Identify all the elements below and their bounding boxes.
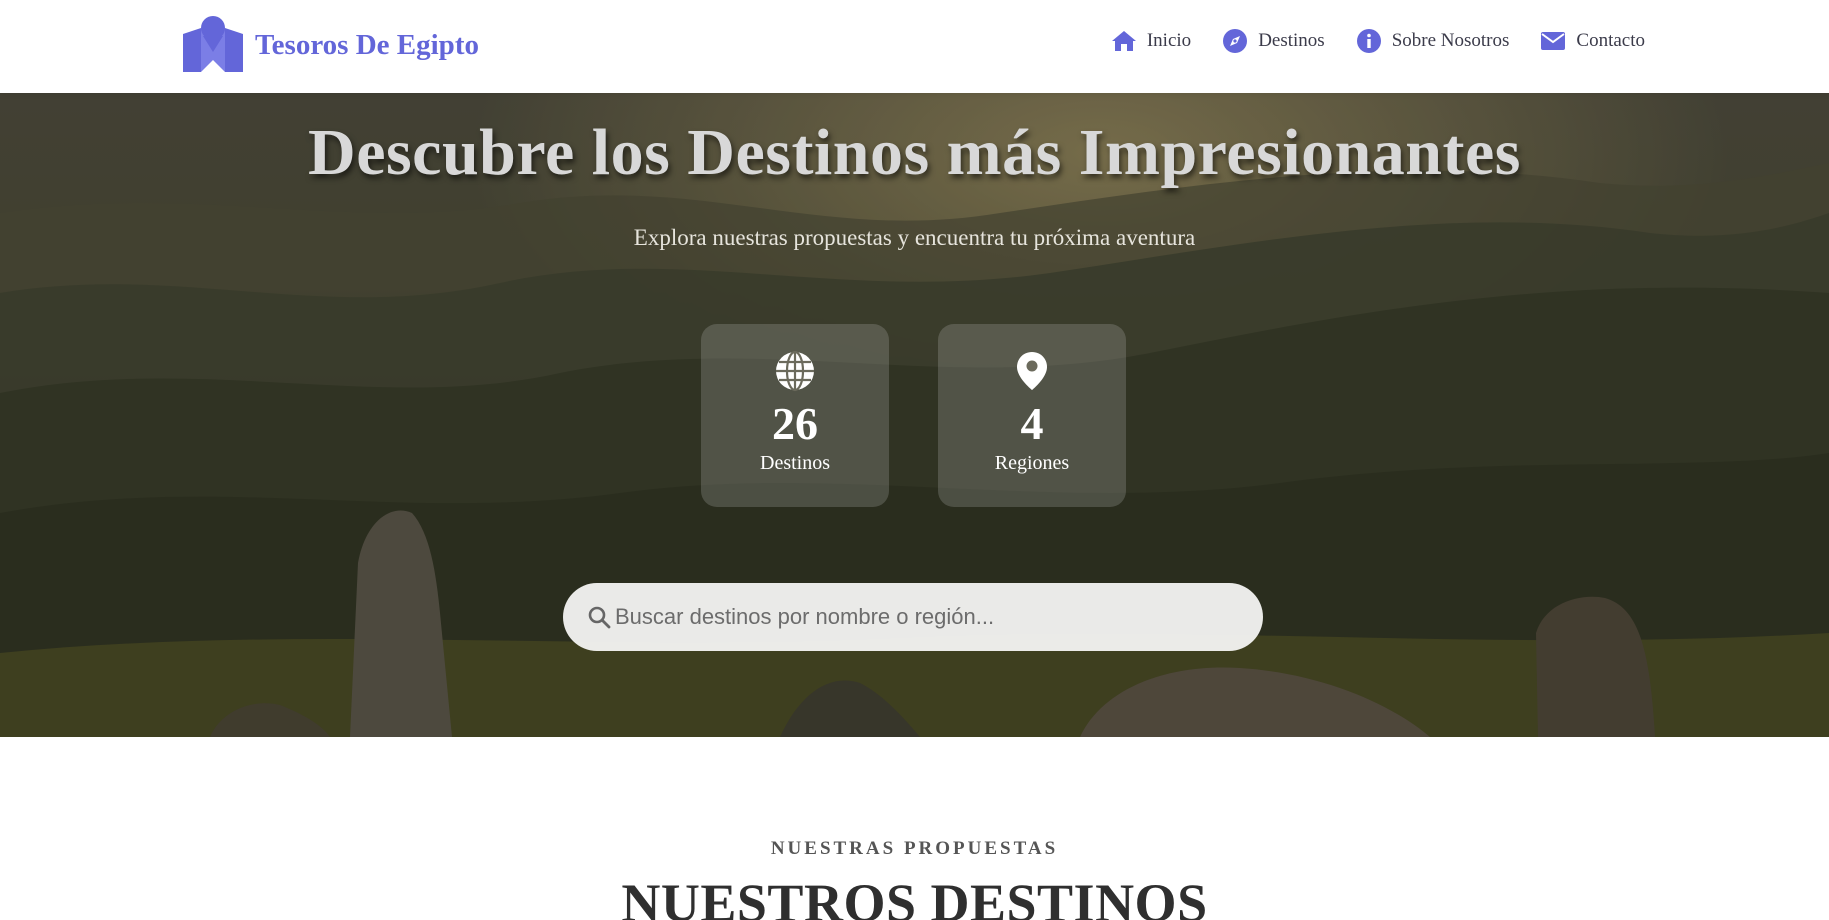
site-header: Tesoros De Egipto Inicio Destinos Sobre …: [0, 0, 1829, 93]
envelope-icon: [1541, 32, 1566, 50]
home-icon: [1111, 31, 1136, 51]
compass-icon: [1223, 29, 1248, 53]
nav-item-label: Inicio: [1146, 30, 1192, 51]
hero-section: Descubre los Destinos más Impresionantes…: [0, 93, 1829, 737]
search-icon: [588, 606, 611, 629]
map-pin-icon: [1017, 352, 1047, 390]
stat-label: Regiones: [994, 452, 1070, 474]
stat-value: 4: [1020, 398, 1044, 449]
hero-title: Descubre los Destinos más Impresionantes: [308, 116, 1521, 189]
nav-item-inicio[interactable]: Inicio: [1111, 28, 1191, 54]
globe-icon: [776, 350, 814, 392]
info-icon: [1356, 29, 1381, 53]
nav-item-label: Sobre Nosotros: [1391, 30, 1510, 51]
nav-item-label: Contacto: [1576, 30, 1645, 51]
stat-card-destinos: 26 Destinos: [701, 324, 889, 507]
section-title: NUESTROS DESTINOS: [621, 873, 1208, 920]
hero-subtitle: Explora nuestras propuestas y encuentra …: [633, 225, 1196, 250]
stat-value: 26: [772, 398, 818, 449]
nav-item-destinos[interactable]: Destinos: [1222, 28, 1325, 54]
brand-name: Tesoros De Egipto: [255, 28, 479, 61]
stat-card-regiones: 4 Regiones: [938, 324, 1126, 507]
map-marker-logo-icon: [183, 16, 243, 72]
section-eyebrow: NUESTRAS PROPUESTAS: [770, 838, 1059, 859]
stat-label: Destinos: [760, 452, 830, 474]
nav-item-label: Destinos: [1258, 30, 1325, 51]
main-nav: Inicio Destinos Sobre Nosotros Contacto: [1111, 28, 1645, 54]
brand-logo-link[interactable]: Tesoros De Egipto: [181, 16, 479, 74]
search-bar: [563, 583, 1263, 651]
nav-item-sobre-nosotros[interactable]: Sobre Nosotros: [1356, 28, 1510, 54]
nav-item-contacto[interactable]: Contacto: [1540, 28, 1645, 54]
search-input[interactable]: [615, 597, 1235, 637]
